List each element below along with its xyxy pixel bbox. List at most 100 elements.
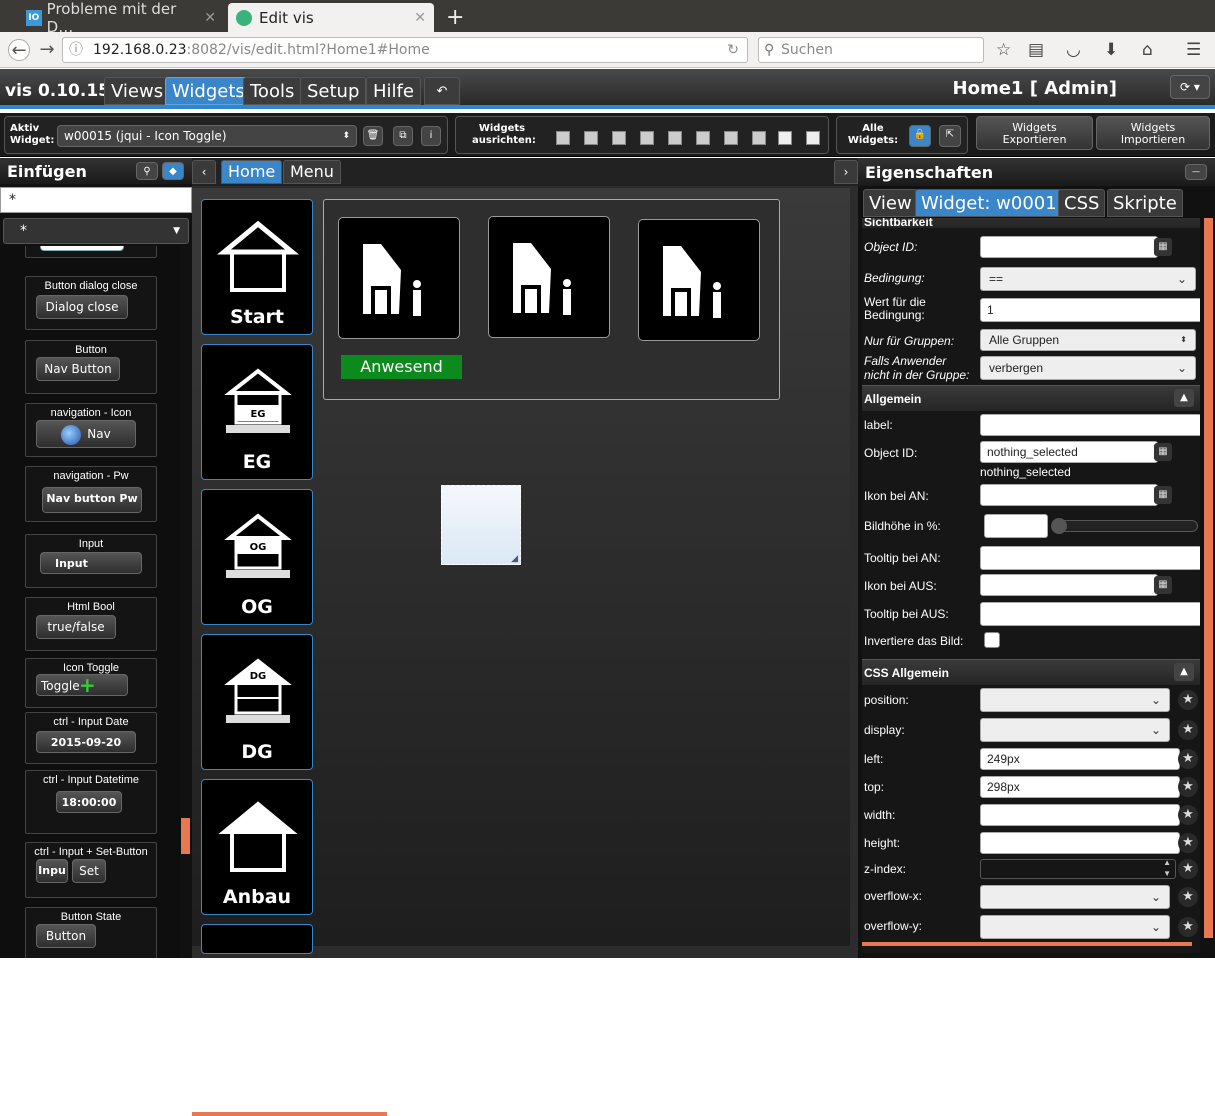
horizontal-scrollbar-thumb[interactable] [192,1112,387,1116]
same-width-icon[interactable] [778,131,792,145]
widget-item[interactable]: Html Bool true/false [25,597,157,651]
display-select[interactable]: ⌄ [980,718,1170,742]
search-input[interactable]: ⚲ Suchen [758,37,984,63]
properties-hscroll-thumb[interactable] [862,942,1192,946]
label-input[interactable] [980,414,1200,436]
icon-on-input[interactable] [980,484,1158,506]
url-input[interactable]: ⓘ 192.168.0.23:8082/vis/edit.html?Home1#… [62,37,748,63]
width-input[interactable] [980,804,1180,826]
presence-tile[interactable] [488,216,610,338]
widget-item[interactable]: ctrl - Input + Set-Button Inpu Set [25,842,157,898]
reading-list-icon[interactable]: ▤ [1028,40,1044,60]
nav-tile-start[interactable]: Start [201,199,313,335]
back-icon[interactable]: ← [8,39,30,61]
invert-checkbox[interactable] [984,632,1000,648]
browser-tab-1[interactable]: IO Probleme mit der D… ✕ [18,0,224,36]
nav-tile-og[interactable]: OG OG [201,489,313,625]
align-bottom-icon[interactable] [640,131,654,145]
reload-icon[interactable]: ↻ [727,38,739,62]
browser-tab-2[interactable]: Edit vis ✕ [228,3,434,32]
tab-skripte[interactable]: Skripte [1107,189,1183,217]
menu-hilfe[interactable]: Hilfe [366,77,421,105]
scroll-left-icon[interactable]: ‹ [192,160,216,184]
nav-tile-anbau[interactable]: Anbau [201,779,313,915]
widget-item[interactable]: Icon Toggle Toggle + [25,658,157,708]
close-tab-icon[interactable]: ✕ [414,10,426,26]
browse-icon[interactable]: ▦ [1154,576,1172,594]
presence-group[interactable]: Anwesend [323,199,780,400]
distribute-h-icon[interactable] [724,131,738,145]
widget-item[interactable]: navigation - Icon Nav [25,403,157,457]
undo-icon[interactable]: ↶ [424,77,460,105]
view-tab-menu[interactable]: Menu [283,160,341,184]
popout-icon[interactable]: ⇱ [939,125,961,147]
overflow-x-select[interactable]: ⌄ [980,885,1170,909]
tab-css[interactable]: CSS [1058,189,1106,217]
section-general[interactable]: Allgemein ▲ [862,385,1200,411]
home-icon[interactable]: ⌂ [1142,40,1153,60]
widget-item[interactable]: Input Input [25,534,157,588]
chevron-up-icon[interactable]: ▲ [1174,389,1194,407]
star-icon[interactable]: ★ [1178,720,1198,740]
presence-tile[interactable] [638,219,760,341]
zindex-input[interactable]: ▲ ▼ [980,857,1176,879]
star-icon[interactable]: ★ [1178,690,1198,710]
align-center-v-icon[interactable] [668,131,682,145]
slider-handle[interactable] [1051,518,1067,534]
position-select[interactable]: ⌄ [980,688,1170,712]
selected-widget[interactable]: ◢ [441,485,521,565]
widget-item[interactable]: ctrl - Input Date 2015-09-20 [25,712,157,764]
widget-item-partial[interactable] [25,246,157,258]
star-icon[interactable]: ★ [1178,805,1198,825]
nav-tile-eg[interactable]: EG EG [201,344,313,480]
star-icon[interactable]: ★ [1178,859,1198,879]
star-icon[interactable]: ★ [1178,887,1198,907]
condition-value-input[interactable]: 1 [980,298,1200,322]
lock-icon[interactable]: 🔒 [909,125,931,147]
widget-item[interactable]: navigation - Pw Nav button Pw [25,466,157,522]
resize-handle-icon[interactable]: ◢ [511,554,518,564]
align-top-icon[interactable] [612,131,626,145]
tooltip-on-input[interactable] [980,546,1200,570]
tab-view[interactable]: View [863,189,918,217]
nav-tile-partial[interactable] [201,924,313,954]
new-tab-button[interactable]: + [438,3,468,32]
align-right-icon[interactable] [584,131,598,145]
view-canvas[interactable]: Start EG EG OG OG DG DG Anbau Anwesend ◢ [192,188,850,954]
align-left-icon[interactable] [556,131,570,145]
section-visibility[interactable]: Sichtbarkeit [862,218,1200,229]
widget-item[interactable]: Button State Button [25,907,157,958]
browse-icon[interactable]: ▦ [1154,238,1172,256]
widget-filter-input[interactable]: * [0,187,192,213]
widget-item[interactable]: ctrl - Input Datetime 18:00:00 [25,770,157,834]
search-icon[interactable]: ⚲ [136,162,158,180]
widget-category-select[interactable]: * ▼ [3,218,189,244]
star-icon[interactable]: ★ [1178,917,1198,937]
delete-icon[interactable]: 🗑 [363,126,383,146]
distribute-v-icon[interactable] [752,131,766,145]
ifnot-select[interactable]: verbergen ⌄ [980,356,1196,380]
star-icon[interactable]: ★ [1178,749,1198,769]
menu-tools[interactable]: Tools [243,77,302,105]
menu-views[interactable]: Views [104,77,171,105]
tab-widget[interactable]: Widget: w00015 [915,189,1075,217]
widget-item[interactable]: Button dialog close Dialog close [25,276,157,330]
condition-select[interactable]: == ⌄ [980,267,1196,291]
image-height-slider[interactable] [1051,518,1198,534]
view-tab-home[interactable]: Home [221,160,283,184]
spinner-icon[interactable]: ▲ ▼ [1163,857,1171,879]
star-icon[interactable]: ★ [1178,833,1198,853]
section-css-general[interactable]: CSS Allgemein ▲ [862,659,1200,685]
tooltip-off-input[interactable] [980,602,1200,626]
collapse-icon[interactable]: — [1185,164,1207,180]
menu-widgets[interactable]: Widgets [165,77,252,105]
object-id-input[interactable]: nothing_selected [980,441,1158,463]
left-input[interactable]: 249px [980,748,1180,770]
right-scrollbar-thumb[interactable] [1204,218,1213,938]
forward-icon[interactable]: → [36,39,58,61]
top-input[interactable]: 298px [980,776,1180,798]
icon-off-input[interactable] [980,574,1158,596]
close-tab-icon[interactable]: ✕ [204,10,216,26]
image-height-input[interactable] [984,514,1048,538]
chevron-up-icon[interactable]: ▲ [1174,663,1194,681]
